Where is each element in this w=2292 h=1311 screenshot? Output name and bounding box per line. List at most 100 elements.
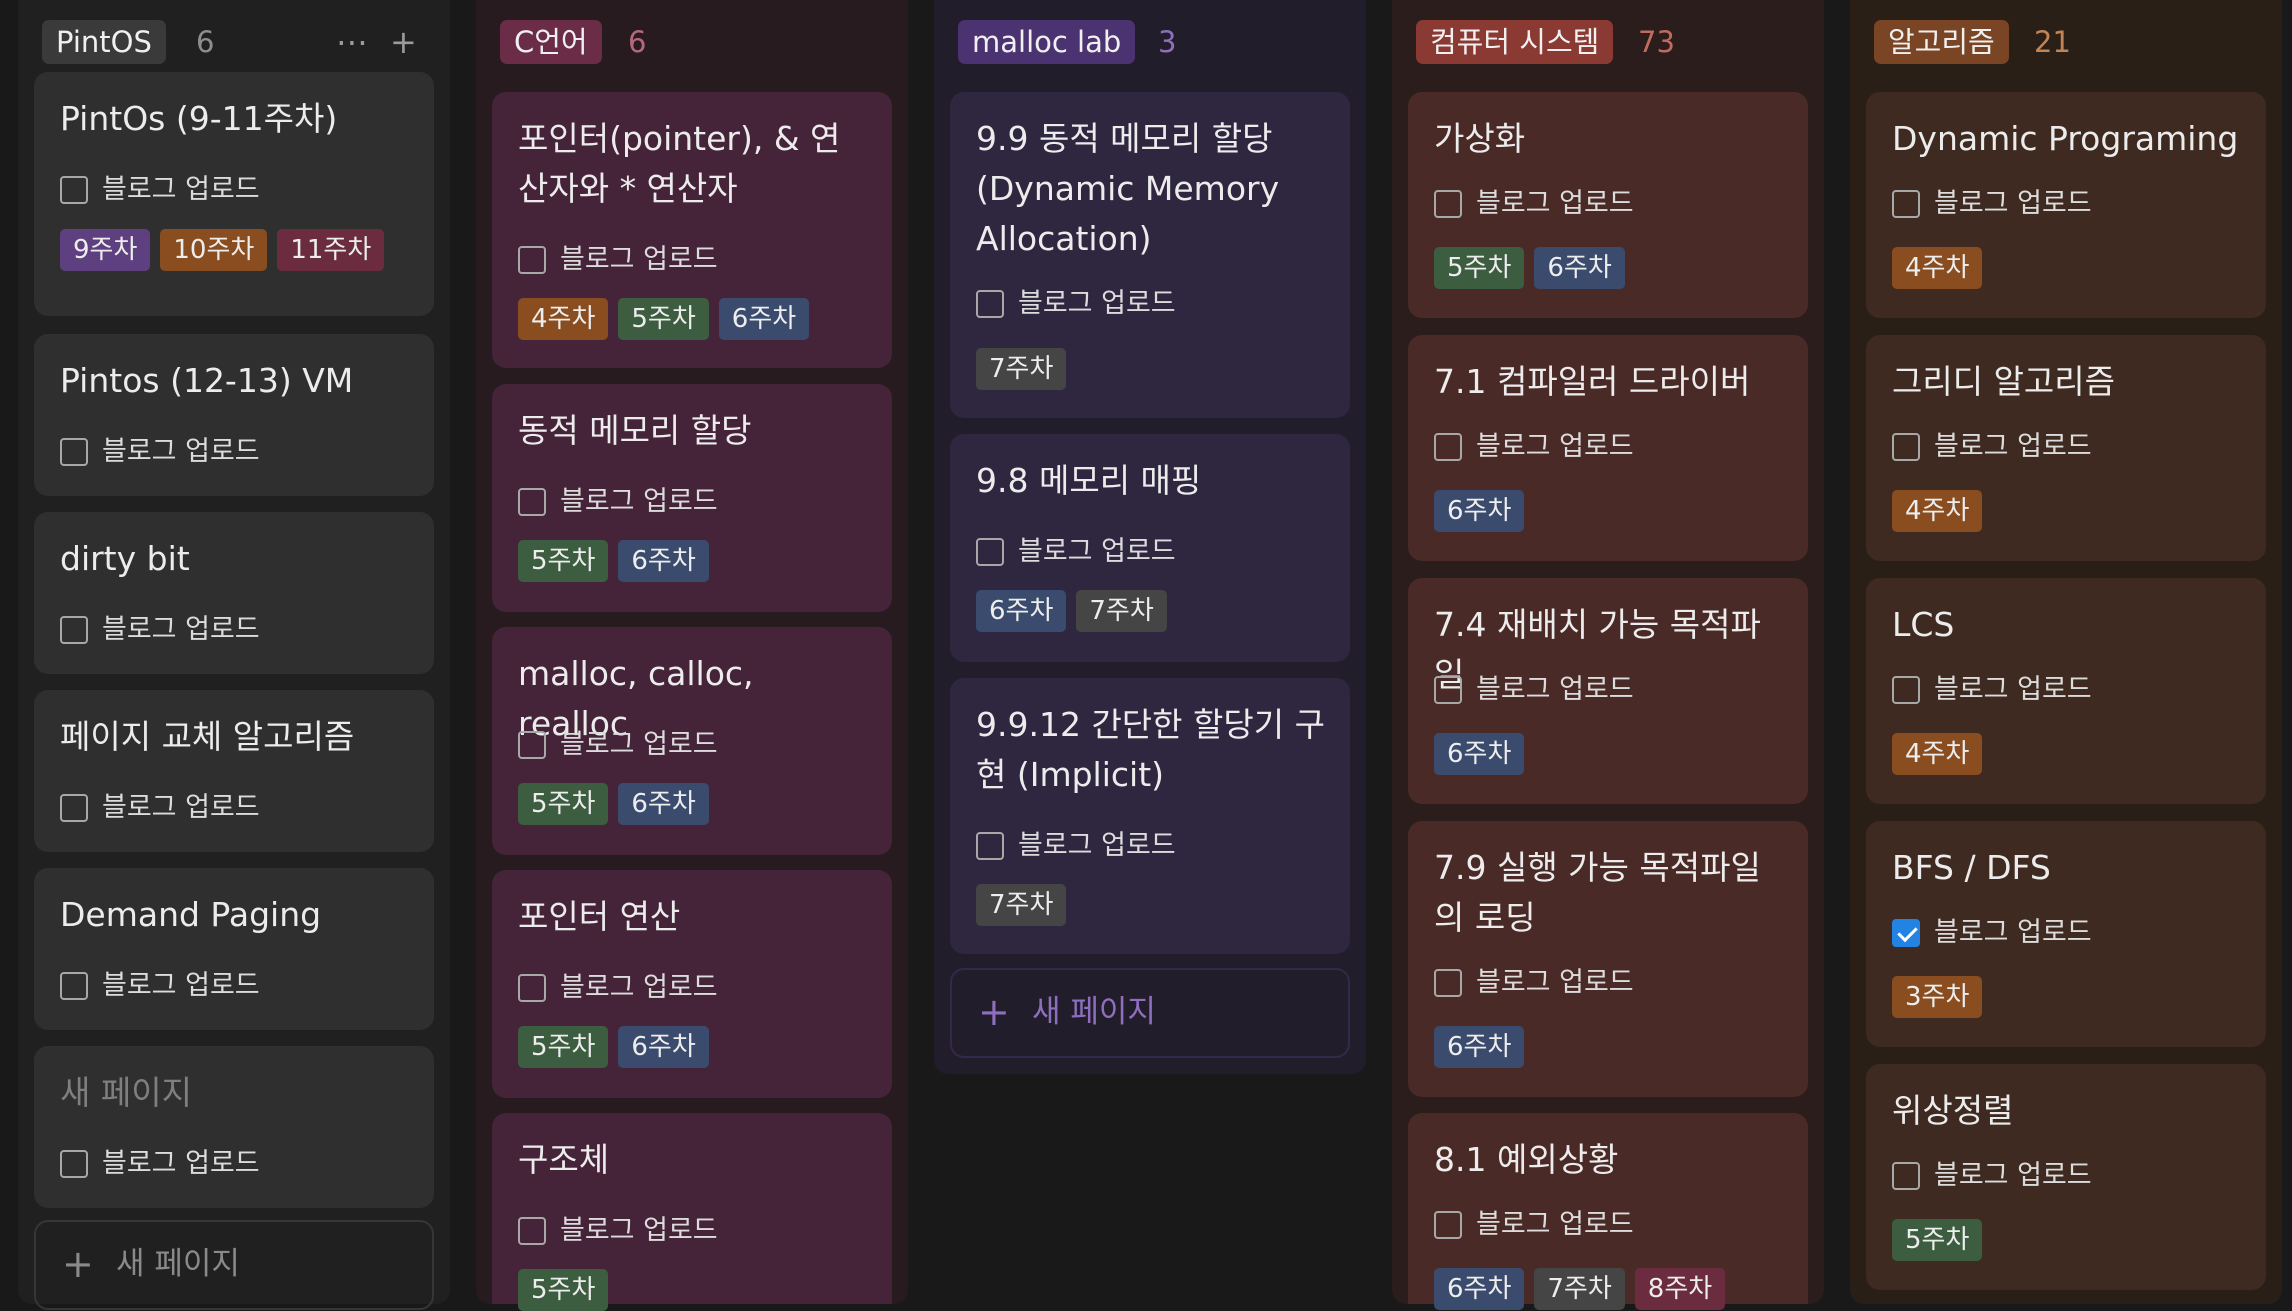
- checkbox-label: 블로그 업로드: [1934, 188, 2092, 219]
- tag-5주차: 5주차: [1434, 247, 1525, 289]
- card-title: 위상정렬: [1892, 1091, 2014, 1130]
- card[interactable]: 동적 메모리 할당 블로그 업로드 5주차 6주차: [492, 384, 892, 612]
- board-column-pintos: PintOS 6 ⋯ + PintOs (9-11주차) 블로그 업로드 9주차…: [18, 0, 450, 1310]
- card[interactable]: 구조체 블로그 업로드 5주차: [492, 1113, 892, 1311]
- blog-upload-checkbox[interactable]: [1892, 676, 1920, 704]
- card[interactable]: dirty bit 블로그 업로드: [34, 512, 434, 674]
- column-count: 6: [196, 25, 215, 59]
- card-title: dirty bit: [60, 539, 190, 578]
- checkbox-label: 블로그 업로드: [102, 614, 260, 645]
- card[interactable]: PintOs (9-11주차) 블로그 업로드 9주차 10주차 11주차: [34, 72, 434, 316]
- card-title: 포인터 연산: [518, 897, 681, 936]
- blog-upload-checkbox[interactable]: [60, 972, 88, 1000]
- card[interactable]: 포인터(pointer), & 연산자와 * 연산자 블로그 업로드 4주차 5주…: [492, 92, 892, 368]
- card[interactable]: Demand Paging 블로그 업로드: [34, 868, 434, 1030]
- tag-6주차: 6주차: [1534, 247, 1625, 289]
- checkbox-label: 블로그 업로드: [1476, 431, 1634, 462]
- blog-upload-checkbox[interactable]: [60, 794, 88, 822]
- column-title[interactable]: 컴퓨터 시스템: [1416, 20, 1614, 64]
- blog-upload-checkbox[interactable]: [976, 832, 1004, 860]
- blog-upload-checkbox[interactable]: [1892, 1162, 1920, 1190]
- column-title[interactable]: C언어: [500, 20, 602, 64]
- card[interactable]: 9.9.12 간단한 할당기 구현 (Implicit) 블로그 업로드 7주차: [950, 678, 1350, 954]
- more-options-icon[interactable]: ⋯: [336, 20, 368, 64]
- blog-upload-checkbox[interactable]: [60, 1150, 88, 1178]
- card[interactable]: malloc, calloc, realloc 블로그 업로드 5주차 6주차: [492, 627, 892, 855]
- card-title: 9.8 메모리 매핑: [976, 461, 1202, 500]
- tag-7주차: 7주차: [1076, 590, 1167, 632]
- column-count: 6: [628, 25, 647, 59]
- board-column-algorithm: 알고리즘 21 Dynamic Programing 블로그 업로드 4주차 그…: [1850, 0, 2282, 1304]
- week-tags: 3주차: [1892, 976, 1992, 1018]
- column-title[interactable]: 알고리즘: [1874, 20, 2009, 64]
- column-title[interactable]: PintOS: [42, 20, 166, 64]
- week-tags: 6주차: [1434, 490, 1534, 532]
- blog-upload-checkbox[interactable]: [1892, 433, 1920, 461]
- card-title: 9.9 동적 메모리 할당 (Dynamic Memory Allocation…: [976, 119, 1280, 258]
- tag-6주차: 6주차: [618, 783, 709, 825]
- blog-upload-checkbox[interactable]: [1434, 433, 1462, 461]
- card-title: 포인터(pointer), & 연산자와 * 연산자: [518, 119, 841, 208]
- tag-4주차: 4주차: [518, 298, 609, 340]
- card-title: 페이지 교체 알고리즘: [60, 717, 355, 756]
- card-title: LCS: [1892, 605, 1955, 644]
- blog-upload-checkbox[interactable]: [1434, 676, 1462, 704]
- blog-upload-checkbox[interactable]: [518, 246, 546, 274]
- add-card-icon[interactable]: +: [390, 20, 417, 64]
- card[interactable]: 그리디 알고리즘 블로그 업로드 4주차: [1866, 335, 2266, 561]
- blog-upload-checkbox[interactable]: [1892, 190, 1920, 218]
- card[interactable]: 9.8 메모리 매핑 블로그 업로드 6주차 7주차: [950, 434, 1350, 662]
- blog-upload-checkbox[interactable]: [518, 974, 546, 1002]
- card[interactable]: 페이지 교체 알고리즘 블로그 업로드: [34, 690, 434, 852]
- checkbox-label: 블로그 업로드: [1018, 536, 1176, 567]
- week-tags: 6주차: [1434, 1026, 1534, 1068]
- card[interactable]: 8.1 예외상황 블로그 업로드 6주차 7주차 8주차: [1408, 1113, 1808, 1310]
- week-tags: 4주차: [1892, 733, 1992, 775]
- tag-6주차: 6주차: [718, 298, 810, 340]
- checkbox-label: 블로그 업로드: [560, 729, 718, 760]
- card[interactable]: Dynamic Programing 블로그 업로드 4주차: [1866, 92, 2266, 318]
- week-tags: 5주차 6주차: [1434, 247, 1635, 289]
- card[interactable]: 9.9 동적 메모리 할당 (Dynamic Memory Allocation…: [950, 92, 1350, 418]
- blog-upload-checkbox[interactable]: [976, 290, 1004, 318]
- card-title: 8.1 예외상황: [1434, 1140, 1619, 1179]
- blog-upload-checkbox[interactable]: [60, 438, 88, 466]
- new-page-button[interactable]: + 새 페이지: [34, 1220, 434, 1310]
- card[interactable]: 7.9 실행 가능 목적파일의 로딩 블로그 업로드 6주차: [1408, 821, 1808, 1097]
- tag-10주차: 10주차: [160, 229, 268, 271]
- card[interactable]: 가상화 블로그 업로드 5주차 6주차: [1408, 92, 1808, 318]
- blog-upload-checkbox[interactable]: [518, 1217, 546, 1245]
- blog-upload-checkbox[interactable]: [1434, 190, 1462, 218]
- plus-icon: +: [62, 1242, 94, 1286]
- checkbox-label: 블로그 업로드: [102, 970, 260, 1001]
- card[interactable]: 위상정렬 블로그 업로드 5주차: [1866, 1064, 2266, 1290]
- card[interactable]: 7.4 재배치 가능 목적파일 블로그 업로드 6주차: [1408, 578, 1808, 804]
- card[interactable]: BFS / DFS 블로그 업로드 3주차: [1866, 821, 2266, 1047]
- blog-upload-checkbox[interactable]: [60, 176, 88, 204]
- blog-upload-checkbox[interactable]: [1434, 969, 1462, 997]
- checkbox-label: 블로그 업로드: [102, 792, 260, 823]
- card[interactable]: 7.1 컴파일러 드라이버 블로그 업로드 6주차: [1408, 335, 1808, 561]
- blog-upload-checkbox[interactable]: [518, 731, 546, 759]
- card[interactable]: LCS 블로그 업로드 4주차: [1866, 578, 2266, 804]
- blog-upload-checkbox[interactable]: [518, 488, 546, 516]
- checkbox-label: 블로그 업로드: [1018, 288, 1176, 319]
- tag-6주차: 6주차: [618, 540, 709, 582]
- board-column-computer-system: 컴퓨터 시스템 73 가상화 블로그 업로드 5주차 6주차 7.1 컴파일러 드…: [1392, 0, 1824, 1310]
- tag-7주차: 7주차: [976, 348, 1067, 390]
- tag-4주차: 4주차: [1892, 490, 1983, 532]
- card[interactable]: 새 페이지 블로그 업로드: [34, 1046, 434, 1208]
- blog-upload-checkbox[interactable]: [1434, 1211, 1462, 1239]
- card[interactable]: 포인터 연산 블로그 업로드 5주차 6주차: [492, 870, 892, 1098]
- week-tags: 7주차: [976, 884, 1076, 926]
- week-tags: 5주차 6주차: [518, 540, 719, 582]
- tag-6주차: 6주차: [976, 590, 1067, 632]
- blog-upload-checkbox[interactable]: [60, 616, 88, 644]
- blog-upload-checkbox[interactable]: [976, 538, 1004, 566]
- blog-upload-checkbox-checked[interactable]: [1892, 919, 1920, 947]
- new-page-button[interactable]: + 새 페이지: [950, 968, 1350, 1058]
- tag-9주차: 9주차: [60, 229, 151, 271]
- column-title[interactable]: malloc lab: [958, 20, 1136, 64]
- card-title: 7.1 컴파일러 드라이버: [1434, 362, 1751, 401]
- card[interactable]: Pintos (12-13) VM 블로그 업로드: [34, 334, 434, 496]
